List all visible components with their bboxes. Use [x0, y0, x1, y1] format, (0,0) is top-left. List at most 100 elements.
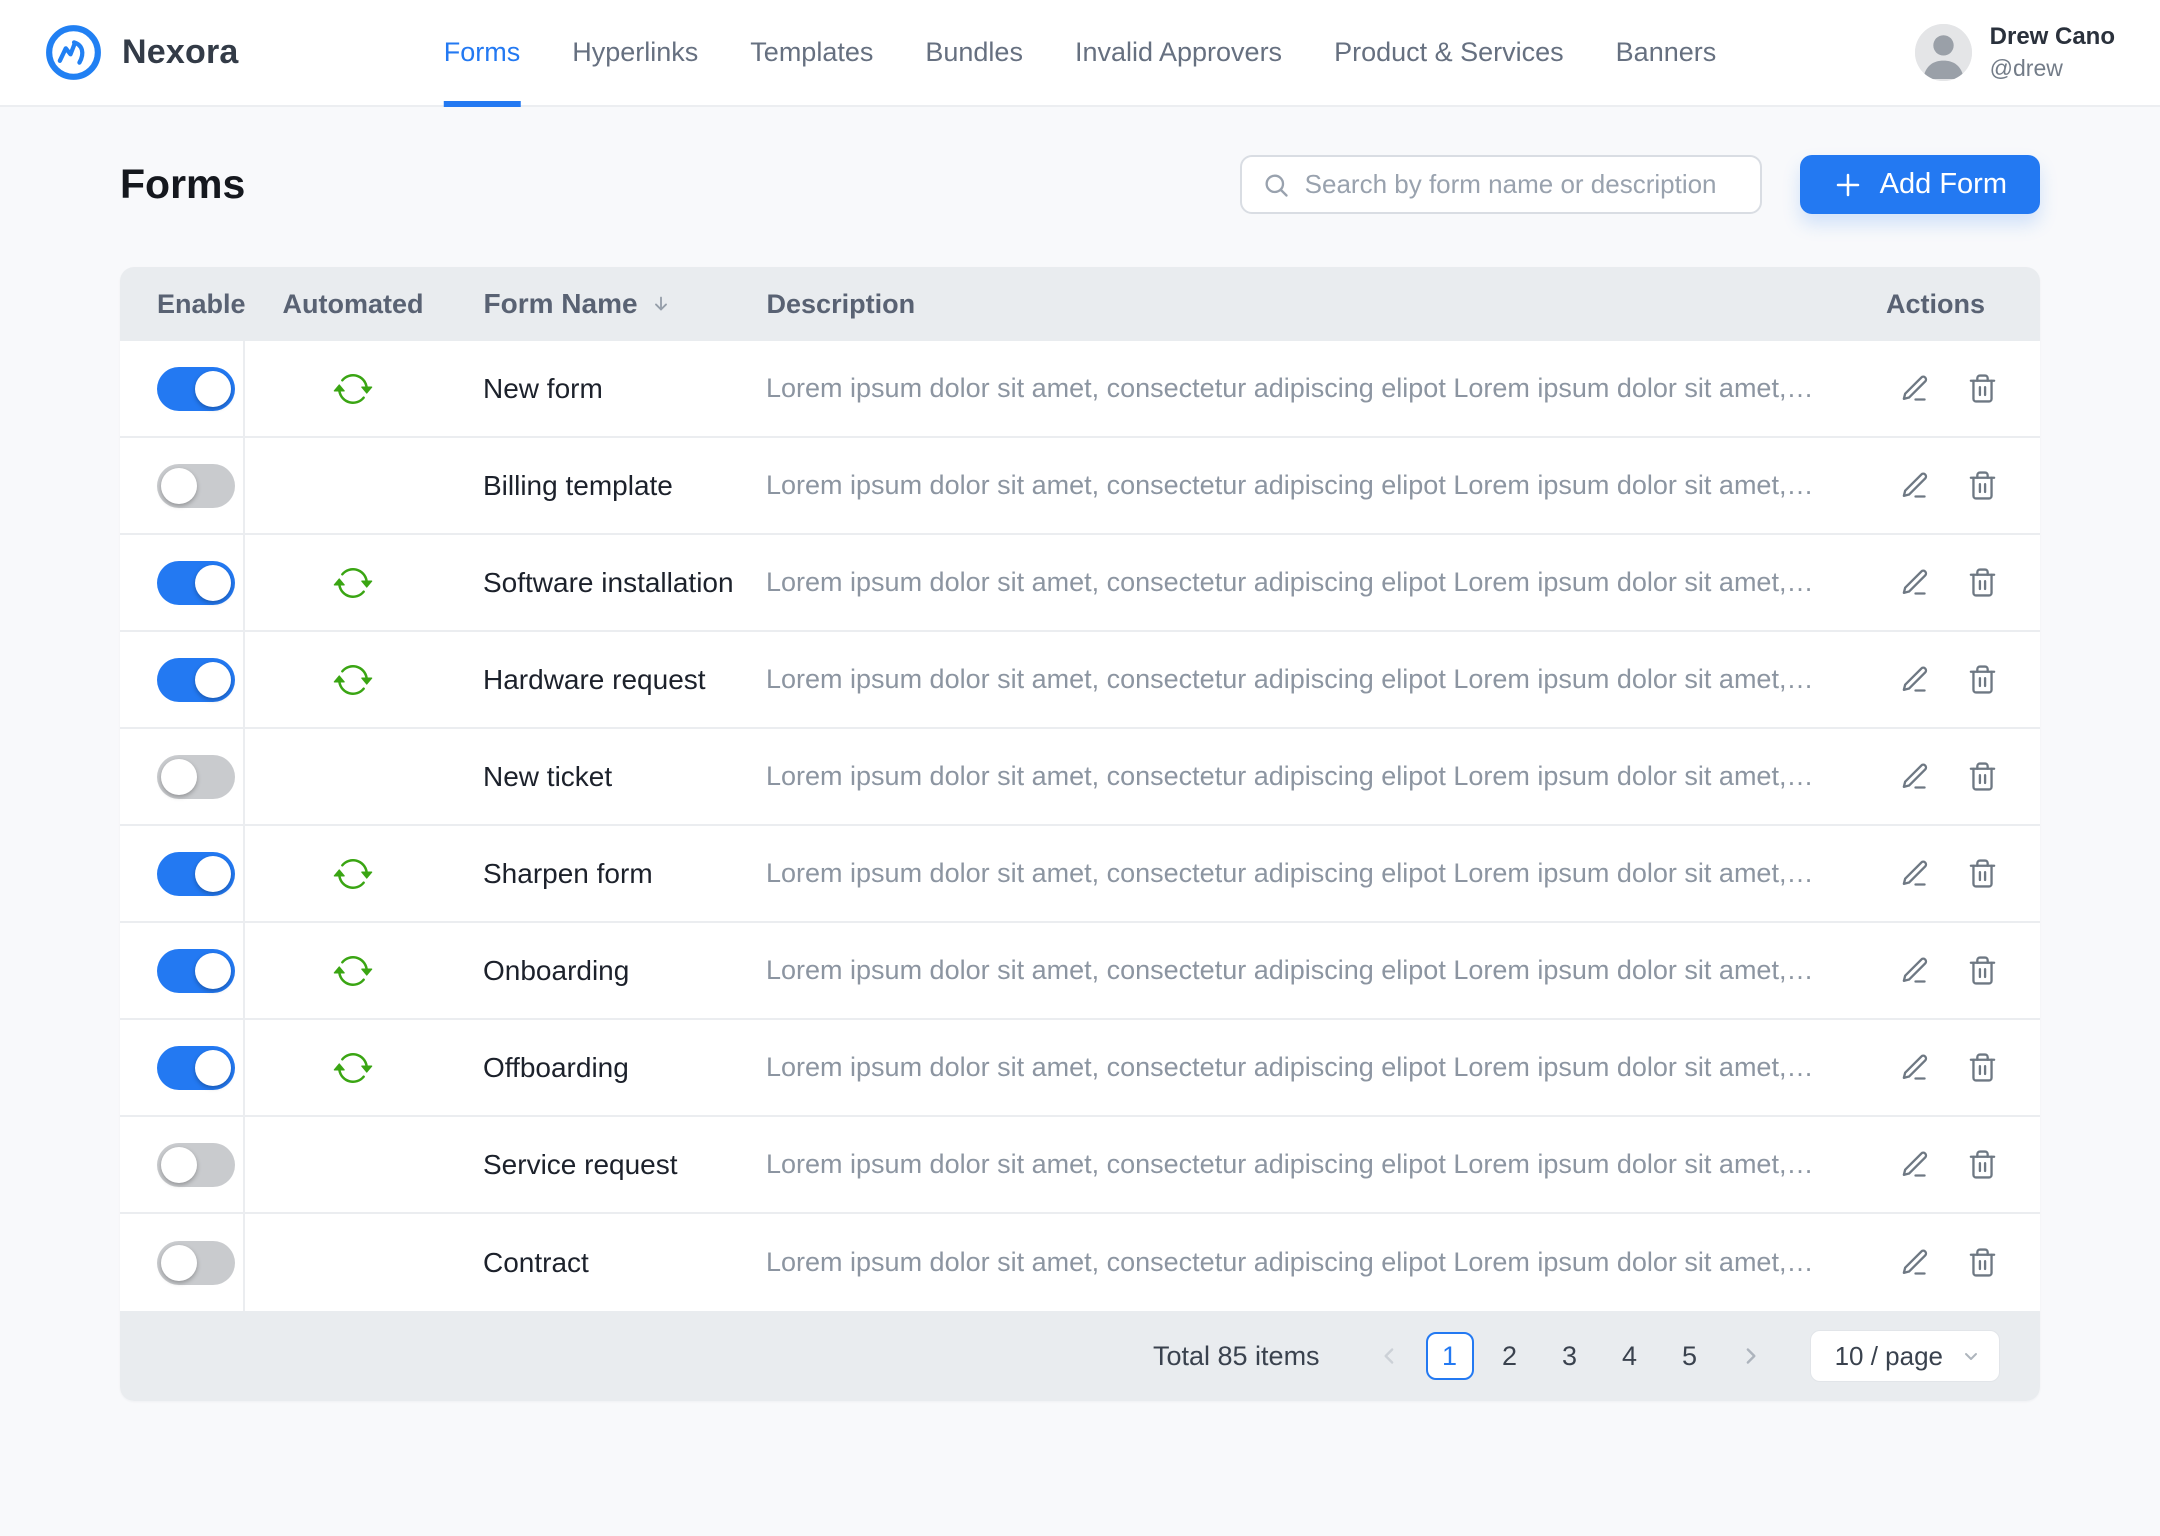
automated-cell — [245, 1243, 460, 1283]
next-page-button[interactable] — [1726, 1332, 1774, 1380]
form-name: New ticket — [483, 760, 613, 792]
delete-icon[interactable] — [1967, 955, 1998, 986]
automated-cell — [245, 951, 460, 991]
add-form-label: Add Form — [1879, 168, 2007, 200]
delete-icon[interactable] — [1967, 858, 1998, 889]
chevron-down-icon — [1965, 1353, 1977, 1360]
column-enable: Enable — [157, 288, 246, 319]
edit-icon[interactable] — [1900, 1149, 1931, 1180]
nav-item-templates[interactable]: Templates — [750, 0, 873, 105]
table-row: Contract Lorem ipsum dolor sit amet, con… — [120, 1214, 2040, 1311]
sort-desc-icon[interactable] — [650, 293, 672, 315]
table-row: Service request Lorem ipsum dolor sit am… — [120, 1117, 2040, 1214]
row-actions — [1850, 1247, 2040, 1278]
page-button-2[interactable]: 2 — [1486, 1332, 1534, 1380]
enable-cell — [120, 1020, 245, 1115]
table-row: Software installation Lorem ipsum dolor … — [120, 535, 2040, 632]
page-size-select[interactable]: 10 / page — [1809, 1330, 2000, 1382]
column-description: Description — [766, 288, 916, 319]
nexora-logo-icon — [46, 25, 101, 80]
column-form-name[interactable]: Form Name — [461, 288, 751, 320]
table-row: Onboarding Lorem ipsum dolor sit amet, c… — [120, 923, 2040, 1020]
search-icon — [1265, 174, 1288, 197]
edit-icon[interactable] — [1900, 761, 1931, 792]
nav-item-forms[interactable]: Forms — [443, 0, 520, 107]
edit-icon[interactable] — [1900, 373, 1931, 404]
automated-sync-icon — [333, 664, 372, 695]
nav-item-invalid-approvers[interactable]: Invalid Approvers — [1075, 0, 1282, 105]
delete-icon[interactable] — [1967, 567, 1998, 598]
enable-toggle[interactable] — [157, 948, 235, 993]
user-menu[interactable]: Drew Cano @drew — [1914, 23, 2115, 82]
enable-toggle[interactable] — [157, 366, 235, 411]
edit-icon[interactable] — [1900, 470, 1931, 501]
form-name: Service request — [483, 1148, 678, 1180]
automated-sync-icon — [333, 858, 372, 889]
edit-icon[interactable] — [1900, 567, 1931, 598]
form-description: Lorem ipsum dolor sit amet, consectetur … — [766, 1149, 1850, 1179]
table-row: Offboarding Lorem ipsum dolor sit amet, … — [120, 1020, 2040, 1117]
toggle-knob — [195, 564, 231, 601]
toggle-knob — [161, 1244, 197, 1281]
table-body: New form Lorem ipsum dolor sit amet, con… — [120, 341, 2040, 1311]
user-name: Drew Cano — [1989, 23, 2115, 50]
delete-icon[interactable] — [1967, 373, 1998, 404]
page-size-label: 10 / page — [1834, 1340, 1943, 1371]
nav-item-hyperlinks[interactable]: Hyperlinks — [572, 0, 698, 105]
row-actions — [1850, 470, 2040, 501]
edit-icon[interactable] — [1900, 858, 1931, 889]
column-form-name-label: Form Name — [483, 288, 638, 319]
enable-toggle[interactable] — [157, 1142, 235, 1187]
delete-icon[interactable] — [1967, 664, 1998, 695]
prev-page-button[interactable] — [1366, 1332, 1414, 1380]
delete-icon[interactable] — [1967, 1052, 1998, 1083]
automated-cell — [245, 854, 460, 894]
nav-item-bundles[interactable]: Bundles — [925, 0, 1023, 105]
edit-icon[interactable] — [1900, 955, 1931, 986]
edit-icon[interactable] — [1900, 1052, 1931, 1083]
form-name: New form — [483, 372, 603, 404]
enable-toggle[interactable] — [157, 560, 235, 605]
toggle-knob — [195, 370, 231, 407]
enable-toggle[interactable] — [157, 1240, 235, 1285]
page-button-4[interactable]: 4 — [1606, 1332, 1654, 1380]
search-box — [1239, 155, 1762, 214]
enable-toggle[interactable] — [157, 657, 235, 702]
automated-cell — [245, 1145, 460, 1185]
chevron-left-icon — [1384, 1348, 1393, 1364]
row-actions — [1850, 1052, 2040, 1083]
enable-toggle[interactable] — [157, 851, 235, 896]
column-actions: Actions — [1885, 288, 1985, 319]
form-description: Lorem ipsum dolor sit amet, consectetur … — [766, 470, 1850, 500]
enable-toggle[interactable] — [157, 754, 235, 799]
form-name: Sharpen form — [483, 857, 653, 889]
page-button-3[interactable]: 3 — [1546, 1332, 1594, 1380]
brand[interactable]: Nexora — [45, 24, 238, 81]
chevron-right-icon — [1746, 1348, 1756, 1364]
page-button-5[interactable]: 5 — [1666, 1332, 1714, 1380]
automated-sync-icon — [333, 567, 372, 598]
enable-toggle[interactable] — [157, 1045, 235, 1090]
delete-icon[interactable] — [1967, 761, 1998, 792]
delete-icon[interactable] — [1967, 1149, 1998, 1180]
delete-icon[interactable] — [1967, 1247, 1998, 1278]
table-row: Billing template Lorem ipsum dolor sit a… — [120, 438, 2040, 535]
delete-icon[interactable] — [1967, 470, 1998, 501]
nav-item-product-services[interactable]: Product & Services — [1334, 0, 1564, 105]
user-avatar — [1914, 24, 1972, 81]
form-description: Lorem ipsum dolor sit amet, consectetur … — [766, 955, 1850, 985]
edit-icon[interactable] — [1900, 664, 1931, 695]
search-input[interactable] — [1304, 169, 1740, 200]
pagination: 12345 — [1366, 1332, 1774, 1380]
nav-item-banners[interactable]: Banners — [1616, 0, 1717, 105]
top-bar: Nexora Forms Hyperlinks Templates Bundles In… — [0, 0, 2160, 107]
form-description: Lorem ipsum dolor sit amet, consectetur … — [766, 664, 1850, 694]
table-row: Hardware request Lorem ipsum dolor sit a… — [120, 632, 2040, 729]
add-form-button[interactable]: Add Form — [1799, 155, 2040, 214]
enable-cell — [120, 1214, 245, 1311]
toggle-knob — [161, 1146, 197, 1183]
row-actions — [1850, 761, 2040, 792]
page-button-1[interactable]: 1 — [1425, 1332, 1474, 1380]
edit-icon[interactable] — [1900, 1247, 1931, 1278]
enable-toggle[interactable] — [157, 463, 235, 508]
